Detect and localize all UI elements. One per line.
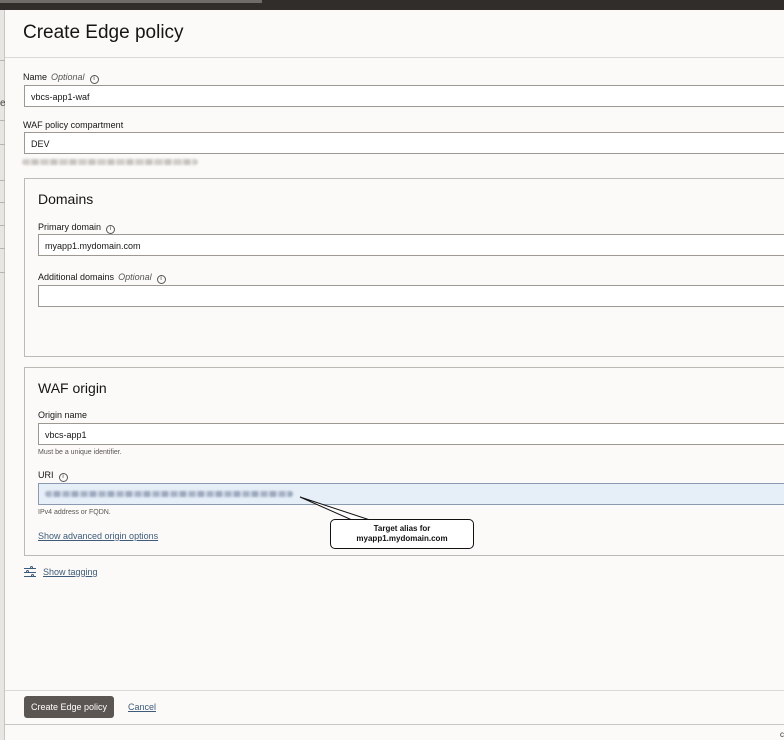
primary-domain-label-text: Primary domain xyxy=(38,222,102,232)
show-tagging-link[interactable]: Show tagging xyxy=(43,567,98,577)
primary-domain-input[interactable]: myapp1.mydomain.com xyxy=(38,234,784,256)
callout-line-2: myapp1.mydomain.com xyxy=(356,534,448,543)
origin-name-label: Origin name xyxy=(38,410,88,420)
optional-text: Optional xyxy=(118,272,152,282)
page-title: Create Edge policy xyxy=(23,22,184,43)
additional-domains-label: Additional domains Optional i xyxy=(38,272,166,284)
uri-hint: IPv4 address or FQDN. xyxy=(38,509,111,516)
additional-domains-input[interactable] xyxy=(38,285,784,307)
redacted-compartment-path xyxy=(22,159,198,165)
create-edge-policy-button[interactable]: Create Edge policy xyxy=(24,696,115,718)
compartment-label: WAF policy compartment xyxy=(23,120,124,130)
domains-section: Domains Primary domain i myapp1.mydomain.… xyxy=(24,178,784,357)
domains-title: Domains xyxy=(38,191,94,207)
browser-top-bar xyxy=(0,0,784,10)
advanced-origin-options-link[interactable]: Show advanced origin options xyxy=(38,531,158,541)
callout-line-1: Target alias for xyxy=(373,524,431,533)
name-label-text: Name xyxy=(23,72,48,82)
info-icon[interactable]: i xyxy=(58,473,68,482)
uri-label-text: URI xyxy=(38,470,54,480)
panel-footer: Create Edge policy Cancel xyxy=(5,690,784,724)
create-edge-policy-panel: Create Edge policy Name Optional i vbcs-ap… xyxy=(5,10,784,740)
info-icon[interactable]: i xyxy=(89,75,99,84)
waf-origin-title: WAF origin xyxy=(38,380,107,396)
cancel-link[interactable]: Cancel xyxy=(128,702,156,712)
redacted-uri-value xyxy=(45,491,293,497)
corner-glyph: c xyxy=(780,730,784,739)
info-icon[interactable]: i xyxy=(156,275,166,284)
primary-domain-label: Primary domain i xyxy=(38,222,116,234)
additional-domains-label-text: Additional domains xyxy=(38,272,115,282)
optional-text: Optional xyxy=(51,72,85,82)
uri-label: URI i xyxy=(38,470,68,482)
compartment-select[interactable]: DEV xyxy=(24,132,784,154)
name-input[interactable]: vbcs-app1-waf xyxy=(24,85,784,107)
top-bar-tab xyxy=(0,0,262,3)
name-label: Name Optional i xyxy=(23,72,99,84)
origin-name-input[interactable]: vbcs-app1 xyxy=(38,423,784,445)
uri-input[interactable] xyxy=(38,483,784,505)
panel-header: Create Edge policy xyxy=(5,10,784,58)
sliders-icon[interactable] xyxy=(24,566,36,578)
origin-name-hint: Must be a unique identifier. xyxy=(38,449,122,456)
annotation-callout: Target alias for myapp1.mydomain.com xyxy=(330,519,474,549)
bottom-strip xyxy=(5,724,784,740)
info-icon[interactable]: i xyxy=(106,225,116,234)
